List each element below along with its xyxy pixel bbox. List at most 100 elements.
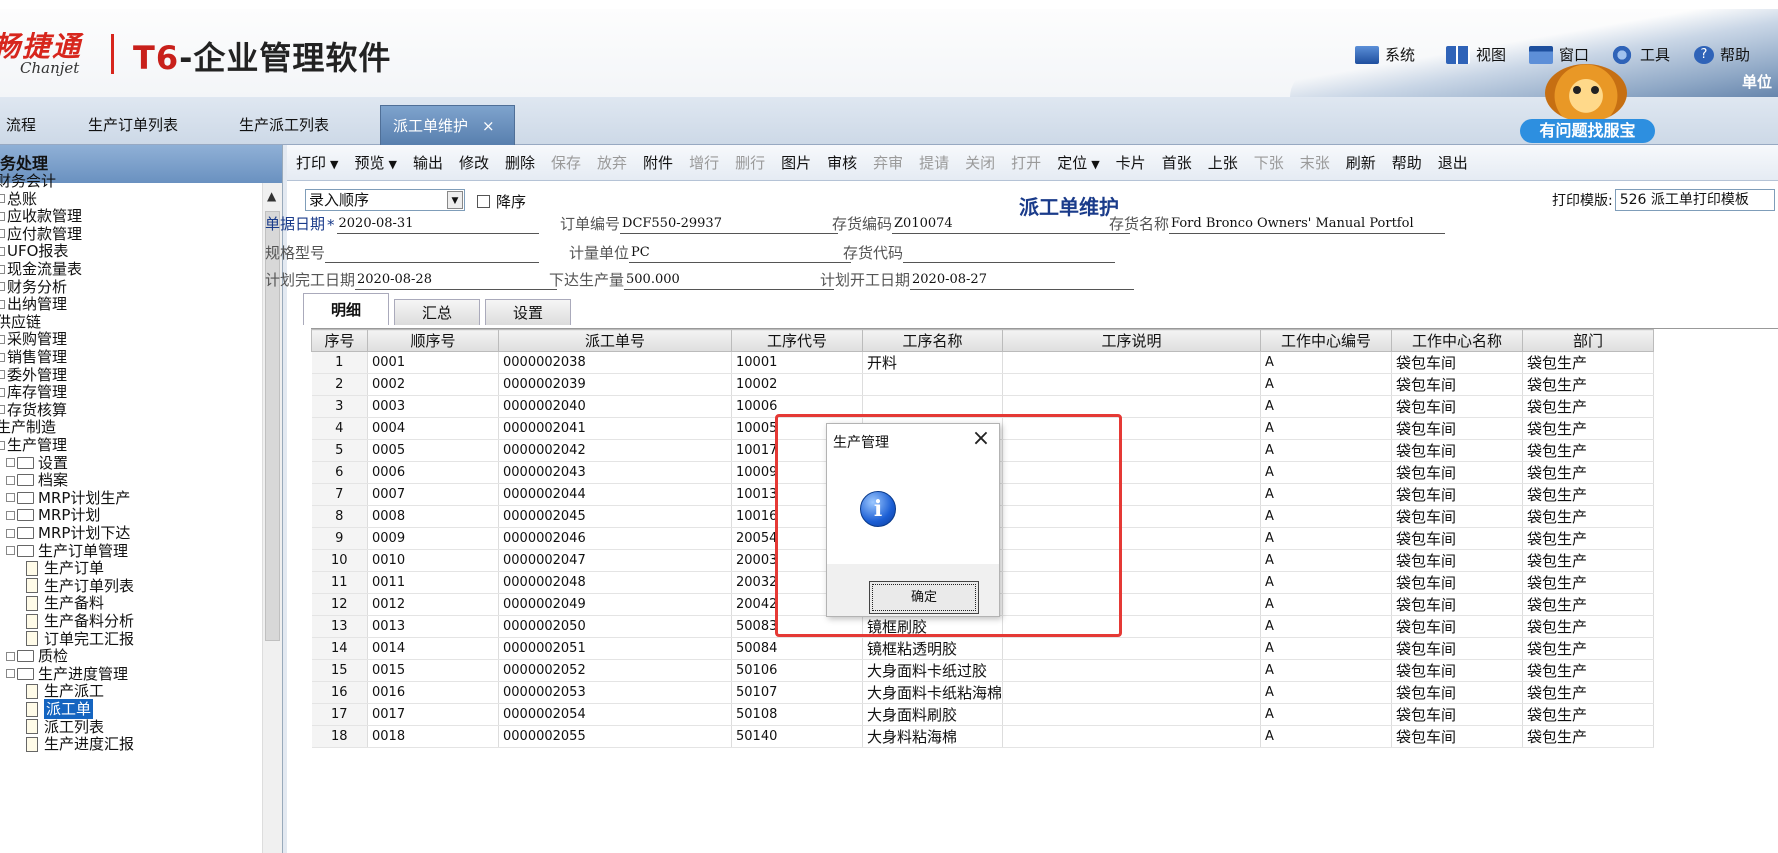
- table-cell[interactable]: 0000002042: [498, 439, 732, 462]
- table-cell[interactable]: 大身面料卡纸粘海棉: [862, 681, 1004, 704]
- toolbar-button[interactable]: 定位 ▼: [1057, 152, 1099, 173]
- table-cell[interactable]: 袋包生产: [1522, 461, 1655, 484]
- column-header[interactable]: 工序代号: [731, 329, 863, 352]
- toolbar-button[interactable]: 卡片: [1116, 152, 1146, 173]
- expand-toggle-icon[interactable]: [6, 651, 15, 661]
- table-cell[interactable]: 0009: [367, 527, 499, 550]
- table-cell[interactable]: 0000002048: [498, 571, 732, 594]
- descending-checkbox[interactable]: 降序: [477, 191, 526, 212]
- table-cell[interactable]: 0013: [367, 615, 499, 638]
- table-cell[interactable]: 袋包生产: [1522, 615, 1655, 638]
- column-header[interactable]: 部门: [1522, 329, 1655, 352]
- table-cell[interactable]: 14: [311, 637, 368, 660]
- table-cell[interactable]: 袋包车间: [1391, 527, 1524, 550]
- mascot-monkey-icon[interactable]: [1545, 64, 1627, 122]
- table-cell[interactable]: [862, 395, 1004, 418]
- table-cell[interactable]: A: [1260, 351, 1393, 374]
- toolbar-button[interactable]: 预览 ▼: [354, 152, 396, 173]
- table-cell[interactable]: 0007: [367, 483, 499, 506]
- toolbar-button[interactable]: 删除: [505, 152, 535, 173]
- tab-dispatch-maintenance[interactable]: 派工单维护 ×: [380, 105, 515, 145]
- table-cell[interactable]: 袋包生产: [1522, 593, 1655, 616]
- expand-toggle-icon[interactable]: [6, 510, 15, 520]
- toolbar-button[interactable]: 打印 ▼: [296, 152, 338, 173]
- table-cell[interactable]: 0005: [367, 439, 499, 462]
- toolbar-button[interactable]: 打开: [1011, 152, 1041, 173]
- table-cell[interactable]: [1002, 351, 1262, 374]
- table-cell[interactable]: 0015: [367, 659, 499, 682]
- table-cell[interactable]: 0000002049: [498, 593, 732, 616]
- toolbar-button[interactable]: 删行: [735, 152, 765, 173]
- table-cell[interactable]: 袋包生产: [1522, 703, 1655, 726]
- tree-node-icon[interactable]: [0, 246, 5, 256]
- table-cell[interactable]: [1002, 373, 1262, 396]
- tree-node-icon[interactable]: [0, 352, 5, 362]
- table-cell[interactable]: [1002, 505, 1262, 528]
- table-row[interactable]: 2 0002 0000002039 10002 A 袋包车间 袋包生产: [311, 373, 1655, 396]
- table-cell[interactable]: 0004: [367, 417, 499, 440]
- table-row[interactable]: 18 0018 0000002055 50140 大身料粘海棉 A 袋包车间 袋包生产: [311, 725, 1655, 748]
- table-cell[interactable]: 开料: [862, 351, 1004, 374]
- table-cell[interactable]: 15: [311, 659, 368, 682]
- table-cell[interactable]: 袋包生产: [1522, 373, 1655, 396]
- table-cell[interactable]: 0000002047: [498, 549, 732, 572]
- table-cell[interactable]: 大身面料卡纸过胶: [862, 659, 1004, 682]
- toolbar-button[interactable]: 附件: [643, 152, 673, 173]
- toolbar-button[interactable]: 图片: [781, 152, 811, 173]
- table-cell[interactable]: 0000002043: [498, 461, 732, 484]
- table-cell[interactable]: 16: [311, 681, 368, 704]
- table-cell[interactable]: 0002: [367, 373, 499, 396]
- table-cell[interactable]: 0000002051: [498, 637, 732, 660]
- table-cell[interactable]: 袋包车间: [1391, 593, 1524, 616]
- column-header[interactable]: 顺序号: [367, 329, 499, 352]
- inv-code-input[interactable]: Z010074: [892, 216, 1131, 234]
- table-cell[interactable]: A: [1260, 417, 1393, 440]
- table-row[interactable]: 1 0001 0000002038 10001 开料 A 袋包车间 袋包生产: [311, 351, 1655, 374]
- table-cell[interactable]: 50140: [731, 725, 863, 748]
- table-cell[interactable]: [1002, 483, 1262, 506]
- table-cell[interactable]: 13: [311, 615, 368, 638]
- menu-tools[interactable]: 工具: [1610, 44, 1670, 65]
- table-cell[interactable]: 袋包车间: [1391, 395, 1524, 418]
- toolbar-button[interactable]: 上张: [1208, 152, 1238, 173]
- table-cell[interactable]: 10002: [731, 373, 863, 396]
- table-row[interactable]: 16 0016 0000002053 50107 大身面料卡纸粘海棉 A 袋包车间 袋包生产: [311, 681, 1655, 704]
- table-cell[interactable]: 3: [311, 395, 368, 418]
- table-cell[interactable]: 10: [311, 549, 368, 572]
- table-cell[interactable]: A: [1260, 571, 1393, 594]
- table-cell[interactable]: 8: [311, 505, 368, 528]
- help-service-bubble[interactable]: 有问题找服宝: [1520, 119, 1655, 143]
- sort-order-select[interactable]: 录入顺序 ▼: [305, 189, 465, 211]
- table-cell[interactable]: A: [1260, 461, 1393, 484]
- table-row[interactable]: 14 0014 0000002051 50084 镜框粘透明胶 A 袋包车间 袋包生产: [311, 637, 1655, 660]
- table-cell[interactable]: 0003: [367, 395, 499, 418]
- qty-input[interactable]: 500.000: [624, 272, 835, 290]
- column-header[interactable]: 工序名称: [861, 329, 1004, 352]
- tab-detail[interactable]: 明细: [303, 293, 389, 325]
- table-cell[interactable]: [1002, 549, 1262, 572]
- table-cell[interactable]: [1002, 681, 1262, 704]
- table-cell[interactable]: 袋包生产: [1522, 395, 1655, 418]
- table-cell[interactable]: A: [1260, 549, 1393, 572]
- toolbar-button[interactable]: 增行: [689, 152, 719, 173]
- table-cell[interactable]: 袋包车间: [1391, 483, 1524, 506]
- menu-system[interactable]: 系统: [1355, 44, 1415, 65]
- table-cell[interactable]: 大身料粘海棉: [862, 725, 1004, 748]
- table-cell[interactable]: A: [1260, 681, 1393, 704]
- table-cell[interactable]: 18: [311, 725, 368, 748]
- table-cell[interactable]: A: [1260, 637, 1393, 660]
- expand-toggle-icon[interactable]: [6, 493, 15, 503]
- table-cell[interactable]: 0000002038: [498, 351, 732, 374]
- table-cell[interactable]: 袋包车间: [1391, 417, 1524, 440]
- table-cell[interactable]: 镜框粘透明胶: [862, 637, 1004, 660]
- table-cell[interactable]: 10006: [731, 395, 863, 418]
- plan-start-input[interactable]: 2020-08-27: [910, 272, 1135, 290]
- table-cell[interactable]: 0000002055: [498, 725, 732, 748]
- table-cell[interactable]: 镜框刷胶: [862, 615, 1004, 638]
- table-cell[interactable]: [862, 373, 1004, 396]
- table-cell[interactable]: 10001: [731, 351, 863, 374]
- tree-node-icon[interactable]: [0, 405, 5, 415]
- table-cell[interactable]: [1002, 703, 1262, 726]
- column-header[interactable]: 工作中心编号: [1260, 329, 1393, 352]
- menu-window[interactable]: 窗口: [1529, 44, 1589, 65]
